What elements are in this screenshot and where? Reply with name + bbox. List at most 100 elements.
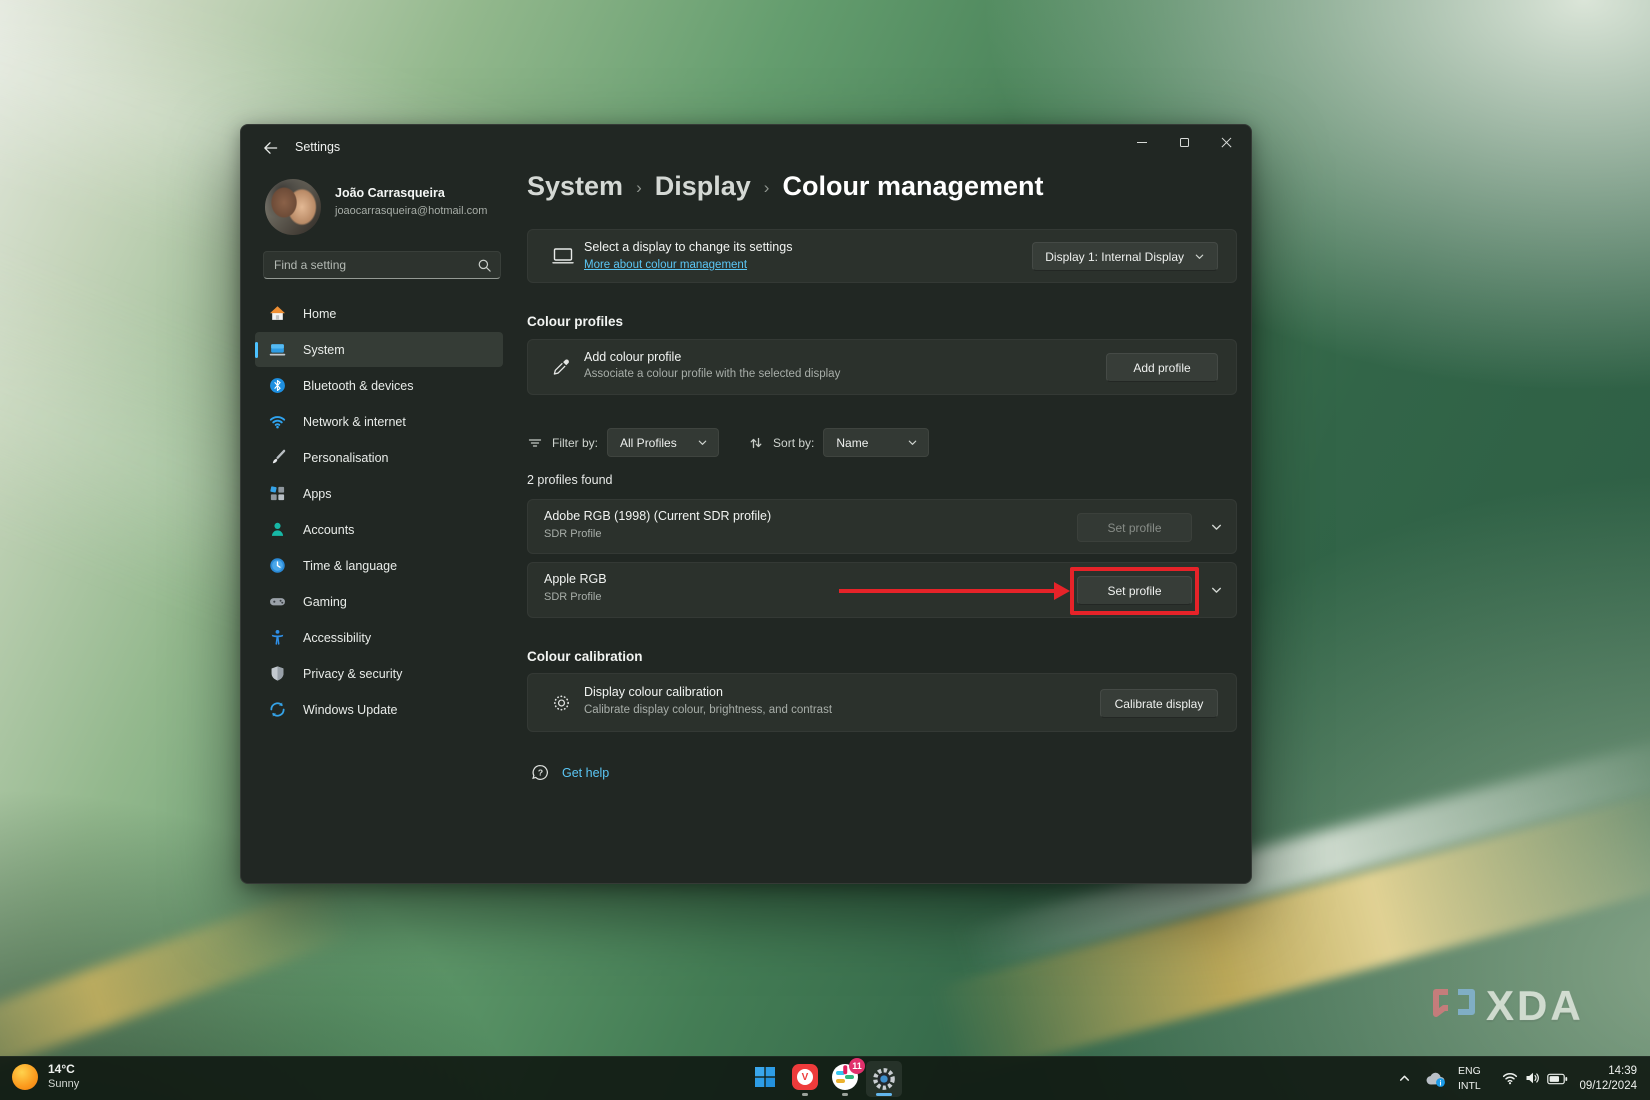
slack-icon: 11 [832,1058,865,1090]
accounts-icon [271,522,284,536]
weather-temperature: 14°C [48,1062,75,1076]
language-indicator[interactable]: ENG INTL [1458,1064,1481,1093]
sidebar-item-label: Personalisation [303,450,389,465]
tray-time: 14:39 [1608,1065,1637,1077]
sidebar-item-apps[interactable]: Apps [255,476,503,511]
calibration-title: Display colour calibration [584,685,723,699]
back-arrow-icon [263,142,277,154]
volume-icon[interactable] [1524,1070,1541,1086]
battery-icon[interactable] [1547,1073,1568,1085]
wifi-icon[interactable] [1502,1070,1519,1086]
set-profile-button-label: Set profile [1107,520,1162,535]
avatar[interactable] [265,179,321,235]
gear-icon [873,1068,895,1090]
home-icon [270,306,285,320]
slack-button[interactable]: 11 [831,1058,865,1096]
start-button[interactable] [751,1063,779,1091]
filter-by-label: Filter by: [552,435,599,450]
time-language-icon [270,558,285,573]
tray-date: 09/12/2024 [1579,1080,1637,1092]
set-profile-button-disabled: Set profile [1077,513,1192,542]
sidebar-item-privacy[interactable]: Privacy & security [255,656,503,691]
breadcrumb-separator: › [763,178,770,197]
sidebar-item-system[interactable]: System [255,332,503,367]
apps-icon [270,486,285,501]
settings-app-button[interactable] [866,1061,902,1097]
breadcrumb-system[interactable]: System [527,171,623,202]
get-help[interactable]: ? Get help [531,763,609,782]
sidebar-item-accounts[interactable]: Accounts [255,512,503,547]
add-profile-button[interactable]: Add profile [1106,353,1218,382]
filter-sort-row: Filter by: All Profiles Sort by: Name [527,428,930,457]
search-box [263,251,501,279]
sidebar-item-label: Network & internet [303,414,406,429]
add-colour-profile-card: Add colour profile Associate a colour pr… [527,339,1237,395]
get-help-link[interactable]: Get help [562,766,609,780]
sidebar-item-network[interactable]: Network & internet [255,404,503,439]
add-profile-description: Associate a colour profile with the sele… [584,368,841,380]
chevron-down-icon[interactable] [1210,584,1223,597]
desktop: XDA Settings João Carrasqueira joaocarra… [0,0,1650,1100]
sidebar-item-windows-update[interactable]: Windows Update [255,692,503,727]
breadcrumb: System › Display › Colour management [527,171,1044,202]
sidebar-item-label: Accounts [303,522,355,537]
sidebar-item-label: Gaming [303,594,347,609]
sidebar-item-label: Privacy & security [303,666,403,681]
svg-text:i: i [1440,1080,1442,1087]
sidebar-item-home[interactable]: Home [255,296,503,331]
sidebar-item-label: Windows Update [303,702,398,717]
windows-update-icon [270,702,285,717]
sidebar-item-label: System [303,342,345,357]
tray-overflow-chevron[interactable] [1398,1072,1411,1085]
sidebar-item-accessibility[interactable]: Accessibility [255,620,503,655]
filter-dropdown-value: All Profiles [620,435,677,450]
profile-row-adobe-rgb[interactable]: Adobe RGB (1998) (Current SDR profile) S… [527,499,1237,554]
sunny-weather-icon [12,1063,38,1090]
sidebar-item-bluetooth[interactable]: Bluetooth & devices [255,368,503,403]
calibrate-display-button[interactable]: Calibrate display [1100,689,1218,718]
calibrate-display-button-label: Calibrate display [1114,696,1204,711]
sidebar-item-gaming[interactable]: Gaming [255,584,503,619]
bluetooth-icon [270,378,285,393]
windows-logo-icon [755,1067,775,1087]
display-icon [552,248,574,264]
gaming-icon [270,598,285,606]
privacy-shield-icon [271,666,284,681]
running-indicator [842,1093,848,1096]
set-profile-button-label: Set profile [1107,583,1162,598]
language-line2: INTL [1458,1079,1481,1092]
main-content: System › Display › Colour management Sel… [527,125,1237,883]
clock[interactable]: 14:39 09/12/2024 [1579,1064,1637,1094]
svg-text:?: ? [538,768,543,778]
onedrive-icon[interactable]: i [1424,1070,1448,1088]
sidebar-item-label: Bluetooth & devices [303,378,414,393]
weather-widget[interactable]: 14°C Sunny [12,1062,79,1091]
more-about-colour-management-link[interactable]: More about colour management [584,259,747,271]
profile-row-apple-rgb[interactable]: Apple RGB SDR Profile Set profile [527,562,1237,618]
eyedropper-icon [553,359,569,375]
set-profile-button[interactable]: Set profile [1077,576,1192,605]
sort-by-label: Sort by: [773,435,815,450]
user-email: joaocarrasqueira@hotmail.com [335,205,488,217]
sort-icon [750,437,762,448]
search-input[interactable] [264,252,500,278]
profile-type: SDR Profile [544,528,602,540]
system-icon [269,344,286,356]
sidebar-item-time-language[interactable]: Time & language [255,548,503,583]
weather-condition: Sunny [48,1078,80,1090]
back-button[interactable] [255,135,285,161]
help-icon: ? [532,765,548,780]
add-profile-button-label: Add profile [1133,360,1191,375]
sort-dropdown[interactable]: Name [823,428,930,457]
sidebar-item-label: Home [303,306,337,321]
window-title: Settings [295,140,341,154]
breadcrumb-display[interactable]: Display [655,171,751,202]
chevron-down-icon [698,440,707,445]
sidebar-item-personalisation[interactable]: Personalisation [255,440,503,475]
chevron-down-icon[interactable] [1210,520,1223,533]
filter-dropdown[interactable]: All Profiles [607,428,720,457]
profile-type: SDR Profile [544,591,602,603]
display-selector-dropdown[interactable]: Display 1: Internal Display [1032,242,1218,271]
vivaldi-browser-button[interactable]: V [791,1063,819,1096]
settings-window: Settings João Carrasqueira joaocarrasque… [240,124,1252,884]
